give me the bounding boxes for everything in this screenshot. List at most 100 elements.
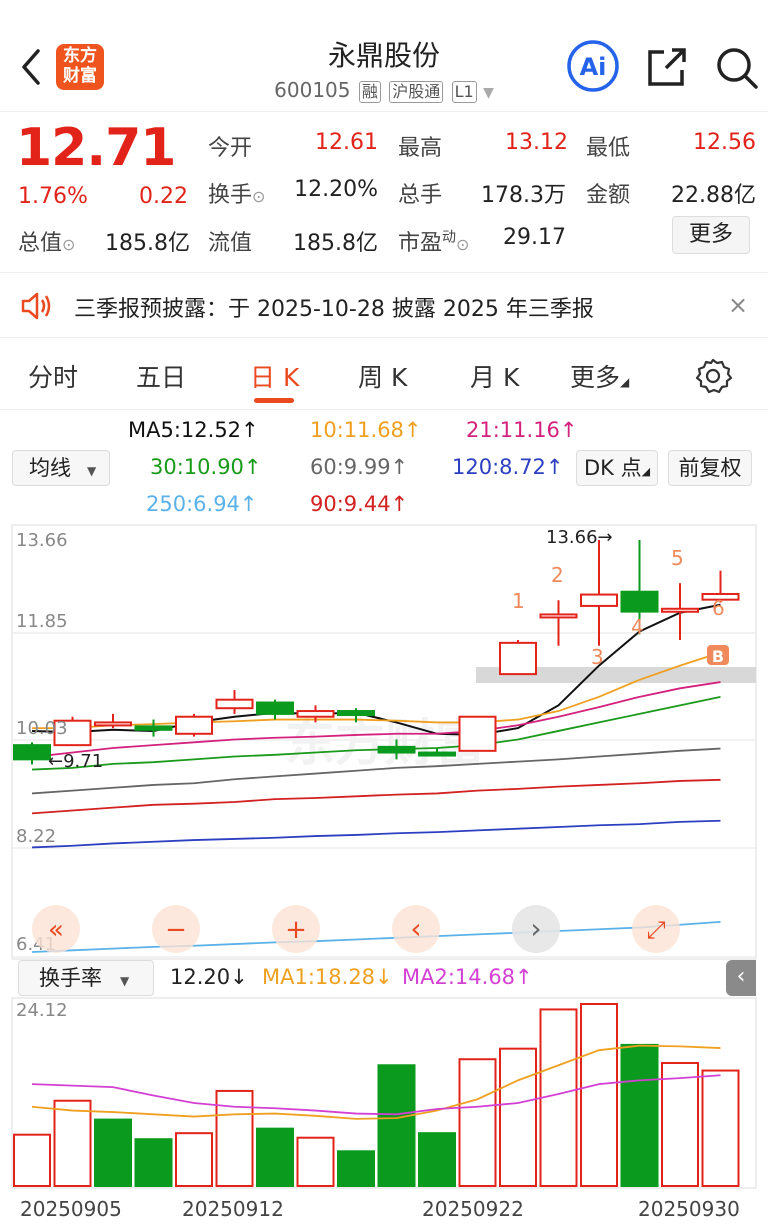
candle-body [499, 641, 537, 676]
margin-tag: 融 [358, 81, 381, 103]
more-quote-button[interactable]: 更多 [672, 216, 750, 254]
turnover-bar [53, 1099, 92, 1187]
ma120-legend: 120:8.72↑ [452, 455, 564, 479]
marker-6: 6 [712, 596, 725, 620]
x-tick-label: 20250905 [20, 1197, 122, 1221]
turnover-chart[interactable]: 24.12 20250905 20250912 20250922 2025093… [0, 996, 768, 1226]
candle-body [377, 745, 416, 754]
turnover-bar [13, 1133, 51, 1187]
change-pct: 1.76% [18, 184, 88, 209]
marker-4: 4 [631, 615, 644, 639]
volume-label: 总手 [398, 183, 443, 208]
change-value: 0.22 [139, 184, 188, 209]
ai-icon[interactable]: Ai [564, 40, 622, 92]
turnover-label: 换手⊙ [208, 183, 266, 208]
speaker-icon [21, 292, 51, 320]
total-value: 185.8亿 [105, 231, 190, 256]
y-tick-label: 10.03 [16, 718, 68, 739]
tab-more[interactable]: 更多◢ [570, 358, 629, 394]
dropdown-arrow-icon[interactable]: ▼ [483, 85, 494, 101]
float-label: 流值 [208, 231, 253, 256]
connect-tag: 沪股通 [389, 81, 444, 103]
tab-daily-k[interactable]: 日 K [250, 358, 299, 394]
ma250-legend: 250:6.94↑ [146, 492, 258, 516]
amount-value: 22.88亿 [671, 183, 756, 208]
candle-body [13, 744, 51, 761]
ma-select[interactable]: 均线 ▼ [12, 450, 110, 486]
ma10-legend: 10:11.68↑ [310, 418, 422, 442]
turnover-bar [620, 1043, 659, 1187]
ma250-line [31, 920, 721, 953]
pe-label: 市盈动⊙ [398, 229, 470, 256]
scroll-right-button[interactable]: › [512, 905, 560, 953]
amount-label: 金额 [586, 183, 631, 208]
app-logo: 东方 财富 [56, 44, 104, 90]
tab-intraday[interactable]: 分时 [28, 358, 78, 394]
candle-body [94, 721, 132, 727]
turnover-bar [175, 1132, 213, 1187]
x-tick-label: 20250922 [422, 1197, 524, 1221]
turnover-bar [418, 1132, 456, 1187]
float-value: 185.8亿 [293, 231, 378, 256]
zoom-in-button[interactable]: + [272, 905, 320, 953]
svg-text:−: − [165, 915, 187, 945]
back-arrow-icon[interactable] [16, 45, 48, 89]
marker-2: 2 [551, 563, 564, 587]
turnover-legend: 12.20↓ [170, 965, 248, 989]
x-axis-labels: 20250905 20250912 20250922 20250930 [20, 1197, 740, 1221]
ma5-legend: MA5:12.52↑ [128, 418, 259, 442]
open-value: 12.61 [315, 130, 378, 155]
marker-3: 3 [591, 645, 604, 669]
low-value: 12.56 [693, 130, 756, 155]
ma60-legend: 60:9.99↑ [310, 455, 409, 479]
candle-body [661, 607, 699, 613]
max-price-annotation: 13.66→ [546, 527, 613, 548]
zoom-out-button[interactable]: − [152, 905, 200, 953]
candle-body [620, 590, 659, 613]
volume-value: 178.3万 [481, 183, 566, 208]
dk-point-button[interactable]: DK 点◢ [576, 450, 658, 486]
search-icon[interactable] [712, 44, 760, 90]
svg-text:‹: ‹ [410, 912, 421, 945]
tab-weekly-k[interactable]: 周 K [358, 358, 407, 394]
candle-body [134, 725, 173, 731]
last-price: 12.71 [16, 118, 176, 178]
x-tick-label: 20250930 [638, 1197, 740, 1221]
low-label: 最低 [586, 136, 631, 161]
notice-text: 三季报预披露：于 2025-10-28 披露 2025 年三季报 [74, 297, 594, 322]
tab-monthly-k[interactable]: 月 K [470, 358, 519, 394]
indicator-select[interactable]: 换手率 ▼ [18, 960, 154, 996]
candle-body [296, 710, 335, 718]
stock-code-row: 600105 融 沪股通 L1 ▼ [200, 78, 568, 103]
stock-code: 600105 [274, 78, 351, 102]
tab-five-day[interactable]: 五日 [136, 358, 186, 394]
settings-gear-icon[interactable] [694, 357, 732, 395]
turnover-bar [701, 1069, 740, 1187]
side-panel-toggle[interactable]: ‹ [726, 960, 756, 996]
notice-bar[interactable]: 三季报预披露：于 2025-10-28 披露 2025 年三季报 × [0, 272, 768, 338]
total-value-label: 总值⊙ [18, 231, 76, 256]
kline-chart[interactable]: 东方财富 13.66 11.85 10.03 8.22 6.41 13.66→ … [0, 520, 768, 960]
candle-body [539, 613, 578, 619]
share-icon[interactable] [644, 44, 692, 90]
ma21-legend: 21:11.16↑ [466, 418, 578, 442]
adjust-button[interactable]: 前复权 [668, 450, 752, 486]
y-tick-label: 13.66 [16, 530, 68, 551]
buy-marker: B [707, 645, 729, 666]
ma90-line [31, 778, 721, 815]
turnover-bar [539, 1008, 578, 1188]
chart-controls: « − + ‹ › ⤢ [32, 905, 680, 953]
ma30-legend: 30:10.90↑ [150, 455, 262, 479]
turnover-ma1-legend: MA1:18.28↓ [262, 965, 393, 989]
candle-body [337, 710, 375, 717]
open-label: 今开 [208, 136, 253, 161]
turnover-ma2-legend: MA2:14.68↑ [402, 965, 533, 989]
header-bar: 东方 财富 永鼎股份 600105 融 沪股通 L1 ▼ Ai [0, 0, 768, 112]
close-icon[interactable]: × [728, 291, 748, 319]
turnover-bar [94, 1118, 132, 1187]
page-title: 永鼎股份 [327, 39, 440, 72]
scroll-left-button[interactable]: ‹ [392, 905, 440, 953]
fullscreen-button[interactable]: ⤢ [632, 905, 680, 953]
period-tabs: 分时 五日 日 K 周 K 月 K 更多◢ [0, 340, 768, 410]
jump-start-button[interactable]: « [32, 905, 80, 953]
